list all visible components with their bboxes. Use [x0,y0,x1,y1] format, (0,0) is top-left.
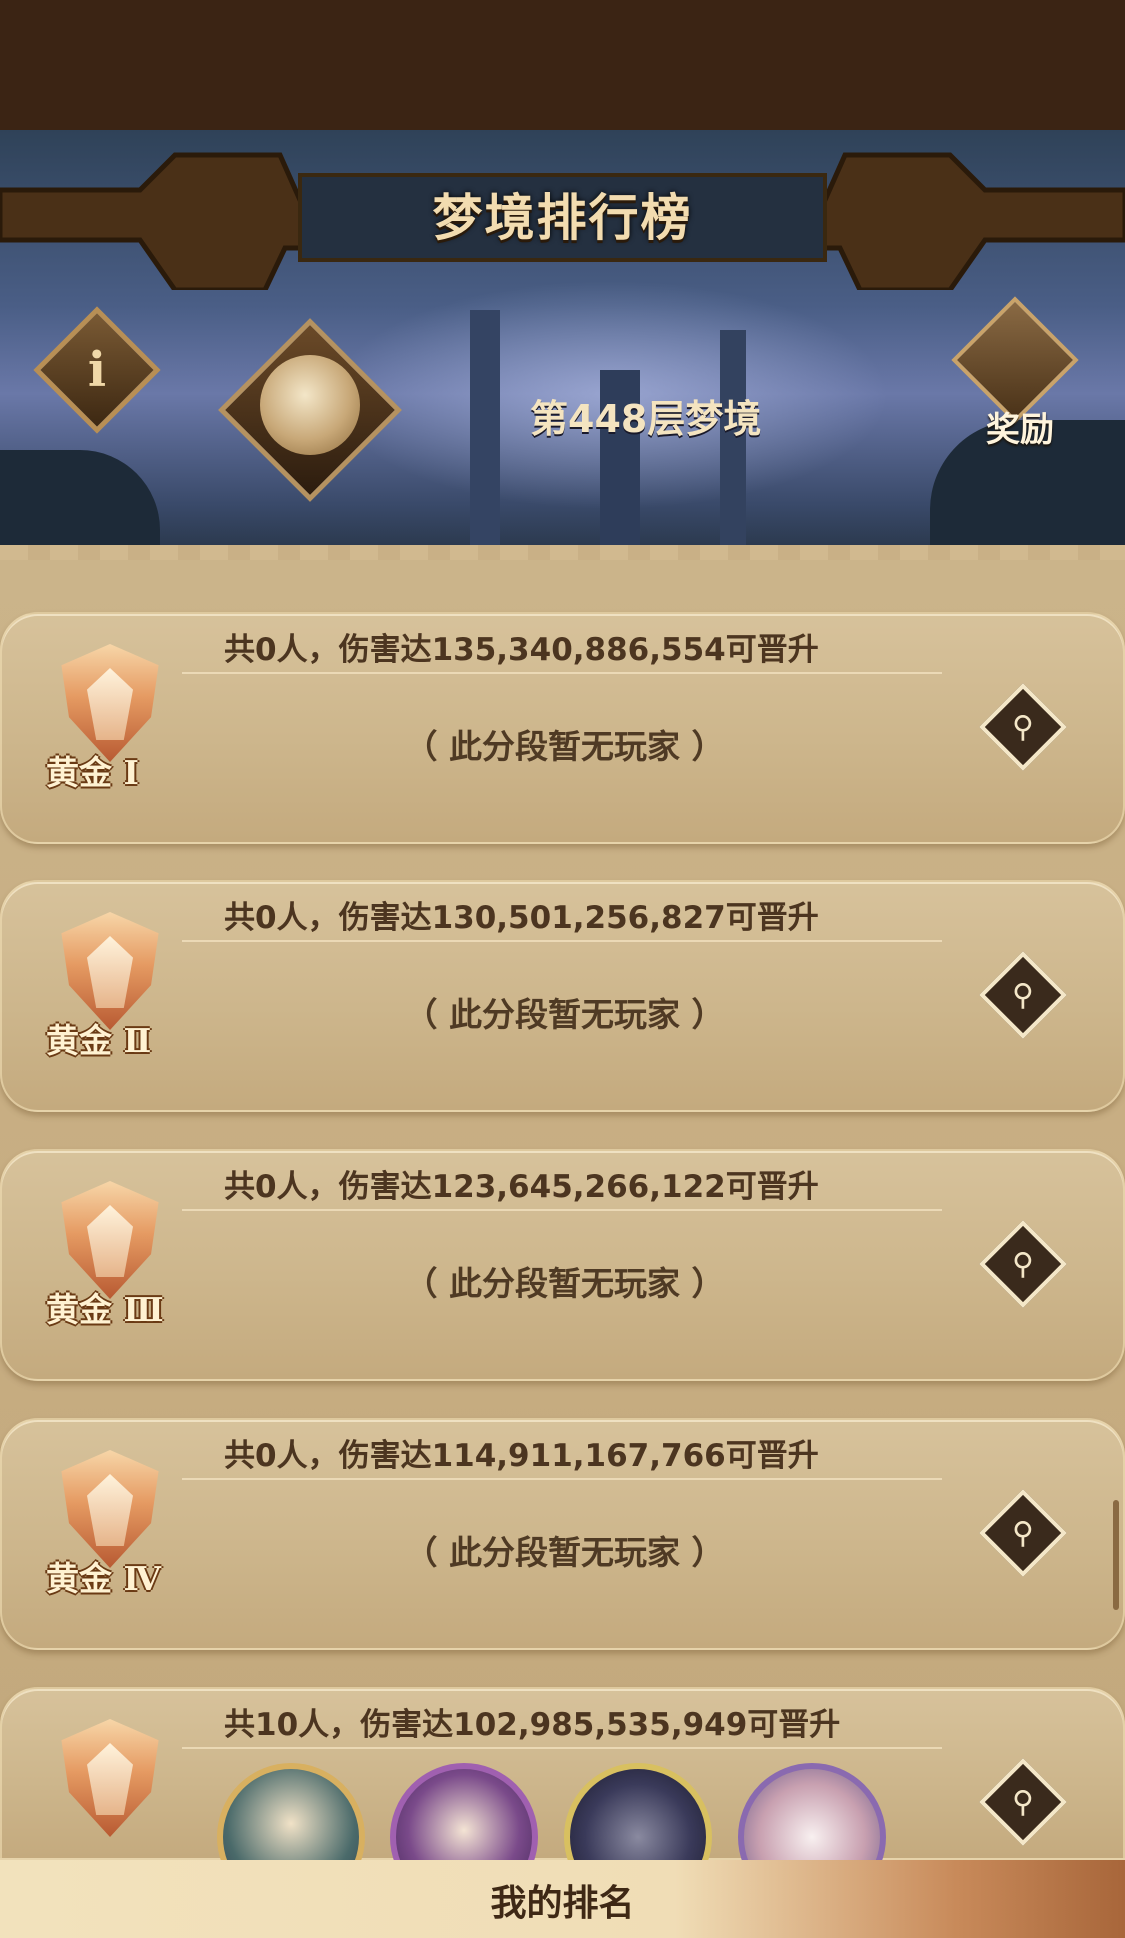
row-divider [182,672,942,674]
search-icon: ⚲ [1012,1515,1034,1551]
search-button[interactable]: ⚲ [979,1758,1067,1846]
tier-rank-label: 黄金 Ⅲ [46,1290,164,1329]
reward-button-label[interactable]: 奖励 [970,402,1070,451]
dream-medal-icon [260,355,360,455]
tier-row-gold-5: 共10人，伤害达102,985,535,949可晋升 ⚲ [0,1687,1125,1911]
banner-spire [720,330,746,570]
search-icon: ⚲ [1012,1246,1034,1282]
tier-requirement: 共0人，伤害达135,340,886,554可晋升 [224,632,819,668]
tier-row-gold-4: 共0人，伤害达114,911,167,766可晋升 （ 此分段暂无玩家 ） 黄金… [0,1418,1125,1650]
top-status-bar [0,0,1125,130]
row-divider [182,1478,942,1480]
row-divider [182,940,942,942]
search-icon: ⚲ [1012,977,1034,1013]
row-divider [182,1747,942,1749]
tier-rank-label: 黄金 Ⅰ [46,753,139,792]
my-rank-label[interactable]: 我的排名 [0,1874,1125,1926]
gold-rank-badge-icon: 黄金 Ⅰ [42,638,182,792]
tier-row-gold-3: 共0人，伤害达123,645,266,122可晋升 （ 此分段暂无玩家 ） 黄金… [0,1149,1125,1381]
tier-requirement: 共0人，伤害达123,645,266,122可晋升 [224,1169,819,1205]
gold-rank-badge-icon [42,1713,182,1863]
page-title: 梦境排行榜 [432,189,693,247]
row-divider [182,1209,942,1211]
dream-layer-label: 第448层梦境 [530,397,762,441]
banner-spire [470,310,500,570]
tier-rank-label: 黄金 Ⅳ [46,1559,161,1598]
tier-rank-label: 黄金 Ⅱ [46,1021,152,1060]
search-icon: ⚲ [1012,1784,1034,1820]
tier-row-gold-1: 共0人，伤害达135,340,886,554可晋升 （ 此分段暂无玩家 ） 黄金… [0,612,1125,844]
scrollbar-thumb[interactable] [1113,1500,1119,1610]
search-icon: ⚲ [1012,709,1034,745]
gold-rank-badge-icon: 黄金 Ⅱ [42,906,182,1060]
info-icon: i [87,342,107,398]
tier-requirement: 共0人，伤害达114,911,167,766可晋升 [224,1438,819,1474]
gold-rank-badge-icon: 黄金 Ⅲ [42,1175,182,1329]
tier-row-gold-2: 共0人，伤害达130,501,256,827可晋升 （ 此分段暂无玩家 ） 黄金… [0,880,1125,1112]
tier-requirement: 共10人，伤害达102,985,535,949可晋升 [224,1707,841,1743]
tier-requirement: 共0人，伤害达130,501,256,827可晋升 [224,900,819,936]
gold-rank-badge-icon: 黄金 Ⅳ [42,1444,182,1598]
